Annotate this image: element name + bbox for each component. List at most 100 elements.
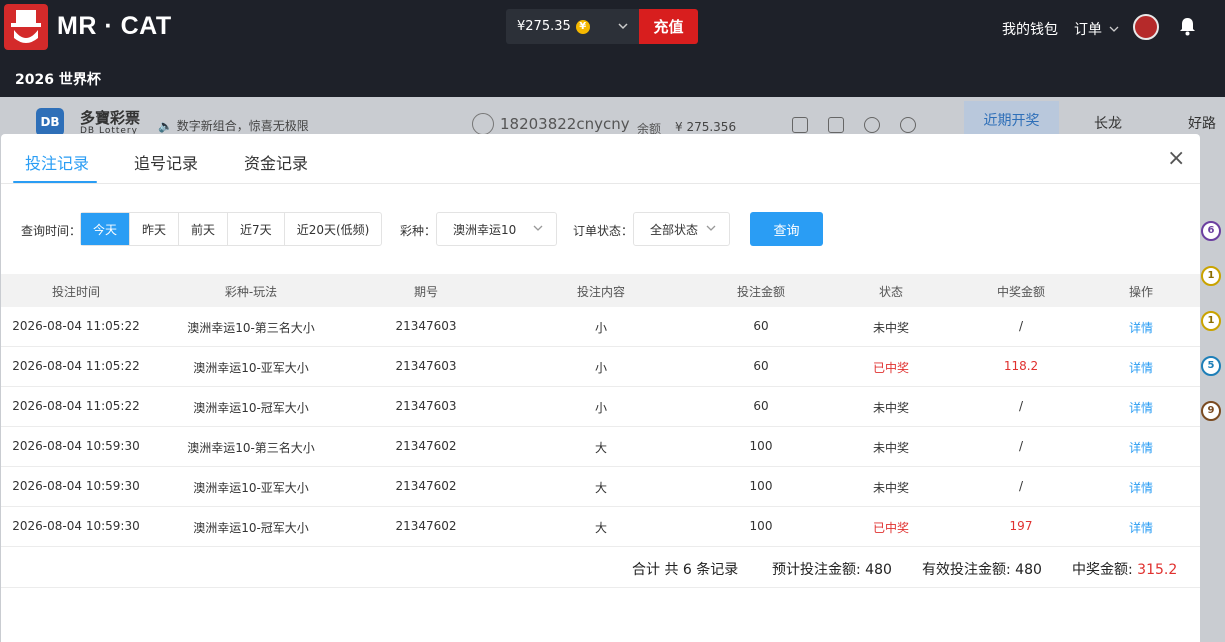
expected-bet-label: 预计投注金额: <box>772 562 861 578</box>
cell-game-play: 澳洲幸运10-第三名大小 <box>187 321 315 335</box>
db-title: 多寶彩票 <box>80 109 141 127</box>
total-records: 合计 共 6 条记录 <box>632 562 739 578</box>
cell-bet-content: 小 <box>594 401 607 415</box>
bet-icon[interactable] <box>792 117 808 133</box>
table-row: 2026-08-04 11:05:22 澳洲幸运10-冠军大小 21347603 小 6… <box>1 387 1200 427</box>
lottery-type-select[interactable]: 澳洲幸运10 <box>436 212 557 246</box>
world-cup-title[interactable]: 2026 世界杯 <box>15 69 101 89</box>
table-row: 2026-08-04 11:05:22 澳洲幸运10-第三名大小 21347603 小… <box>1 307 1200 347</box>
cell-issue: 21347603 <box>395 399 457 413</box>
detail-link[interactable]: 详情 <box>1111 359 1171 376</box>
column-header: 投注时间 <box>51 285 100 299</box>
chevron-down-icon <box>706 225 716 231</box>
recharge-button[interactable]: 充值 <box>639 9 698 44</box>
cell-issue: 21347603 <box>395 359 457 373</box>
cell-prize: 118.2 <box>1003 359 1039 373</box>
tab-chase-records[interactable]: 追号记录 <box>134 150 198 174</box>
chevron-down-icon <box>1109 26 1119 32</box>
cell-game-play: 澳洲幸运10-亚军大小 <box>193 481 309 495</box>
date-20days-button[interactable]: 近20天(低频) <box>285 213 382 245</box>
query-button[interactable]: 查询 <box>750 212 823 246</box>
brand-logo[interactable] <box>4 4 48 50</box>
cell-prize: / <box>1018 399 1024 413</box>
balance-amount: ¥275.35 <box>517 19 571 34</box>
bet-record-modal: 投注记录 追号记录 资金记录 × 查询时间： 今天 昨天 前天 近7天 近20天… <box>1 134 1200 642</box>
cell-bet-amount: 60 <box>753 359 769 373</box>
tab-long-dragon[interactable]: 长龙 <box>1094 113 1122 133</box>
modal-tabs: 投注记录 追号记录 资金记录 × <box>1 134 1200 184</box>
detail-link[interactable]: 详情 <box>1111 319 1171 336</box>
cell-prize: 197 <box>1009 519 1033 533</box>
balance-value: ¥ 275.356 <box>675 120 737 134</box>
lottery-header: DB 多寶彩票 DB Lottery 🔈 数字新组合，惊喜无极限 1820382… <box>10 101 1225 139</box>
cell-bet-time: 2026-08-04 10:59:30 <box>12 439 140 453</box>
column-header: 状态 <box>878 285 903 299</box>
cell-prize: / <box>1018 479 1024 493</box>
gear-icon[interactable] <box>864 117 880 133</box>
edit-icon[interactable] <box>828 117 844 133</box>
date-today-button[interactable]: 今天 <box>81 213 131 245</box>
close-icon[interactable]: × <box>1167 148 1185 170</box>
coin-icon: ¥ <box>575 19 590 34</box>
cell-bet-amount: 100 <box>749 479 773 493</box>
order-menu[interactable]: 订单 <box>1074 19 1119 39</box>
column-header: 期号 <box>413 285 438 299</box>
filter-bar: 查询时间： 今天 昨天 前天 近7天 近20天(低频) 彩种： 澳洲幸运10 订… <box>1 212 1200 246</box>
tab-bet-records[interactable]: 投注记录 <box>25 150 89 174</box>
cell-bet-time: 2026-08-04 11:05:22 <box>12 359 140 373</box>
slogan: 🔈 数字新组合，惊喜无极限 <box>158 117 309 134</box>
detail-link[interactable]: 详情 <box>1111 439 1171 456</box>
column-header: 彩种-玩法 <box>224 285 278 299</box>
detail-link[interactable]: 详情 <box>1111 399 1171 416</box>
table-row: 2026-08-04 11:05:22 澳洲幸运10-亚军大小 21347603 小 6… <box>1 347 1200 387</box>
globe-icon[interactable] <box>900 117 916 133</box>
db-logo: DB <box>36 108 64 136</box>
table-row: 2026-08-04 10:59:30 澳洲幸运10-第三名大小 21347602 大… <box>1 427 1200 467</box>
my-wallet-link[interactable]: 我的钱包 <box>1002 19 1058 39</box>
draw-ball: 5 <box>1201 356 1221 376</box>
column-header: 操作 <box>1128 285 1153 299</box>
cell-bet-content: 大 <box>594 441 607 455</box>
order-status-select[interactable]: 全部状态 <box>633 212 730 246</box>
prize-label: 中奖金额: <box>1072 562 1133 578</box>
user-icon <box>472 113 494 135</box>
avatar[interactable] <box>1133 14 1159 40</box>
date-day-before-button[interactable]: 前天 <box>179 213 229 245</box>
cell-status: 未中奖 <box>872 481 909 495</box>
cell-bet-amount: 60 <box>753 399 769 413</box>
cell-issue: 21347602 <box>395 439 457 453</box>
detail-link[interactable]: 详情 <box>1111 519 1171 536</box>
balance-dropdown[interactable]: ¥275.35 ¥ <box>506 9 639 44</box>
column-header: 投注内容 <box>576 285 625 299</box>
valid-bet-label: 有效投注金额: <box>922 562 1011 578</box>
table-row: 2026-08-04 10:59:30 澳洲幸运10-冠军大小 21347602 大 1… <box>1 507 1200 547</box>
cell-status: 未中奖 <box>872 321 909 335</box>
bell-icon[interactable] <box>1179 17 1196 36</box>
table-header: 投注时间 彩种-玩法 期号 投注内容 投注金额 状态 中奖金额 操作 <box>1 274 1200 307</box>
cell-bet-time: 2026-08-04 10:59:30 <box>12 479 140 493</box>
draw-ball: 1 <box>1201 311 1221 331</box>
draw-ball: 9 <box>1201 401 1221 421</box>
cell-bet-content: 小 <box>594 361 607 375</box>
cell-bet-amount: 100 <box>749 439 773 453</box>
cell-bet-time: 2026-08-04 11:05:22 <box>12 319 140 333</box>
brand-name: MR · CAT <box>57 12 172 40</box>
cell-prize: / <box>1018 319 1024 333</box>
table-row: 2026-08-04 10:59:30 澳洲幸运10-亚军大小 21347602 大 1… <box>1 467 1200 507</box>
cell-bet-content: 小 <box>594 321 607 335</box>
cat-hat-icon <box>11 10 41 43</box>
draw-ball: 1 <box>1201 266 1221 286</box>
prize-amount: 中奖金额: 315.2 <box>1072 559 1177 579</box>
date-yesterday-button[interactable]: 昨天 <box>130 213 180 245</box>
cell-game-play: 澳洲幸运10-亚军大小 <box>193 361 309 375</box>
cell-status: 未中奖 <box>872 401 909 415</box>
cell-bet-time: 2026-08-04 10:59:30 <box>12 519 140 533</box>
prize-value: 315.2 <box>1137 562 1178 578</box>
date-7days-button[interactable]: 近7天 <box>228 213 285 245</box>
cell-prize: / <box>1018 439 1024 453</box>
tool-icons <box>792 117 916 133</box>
detail-link[interactable]: 详情 <box>1111 479 1171 496</box>
tab-fund-records[interactable]: 资金记录 <box>244 150 308 174</box>
tab-good-road[interactable]: 好路 <box>1188 113 1216 133</box>
lottery-type-value: 澳洲幸运10 <box>453 222 517 237</box>
